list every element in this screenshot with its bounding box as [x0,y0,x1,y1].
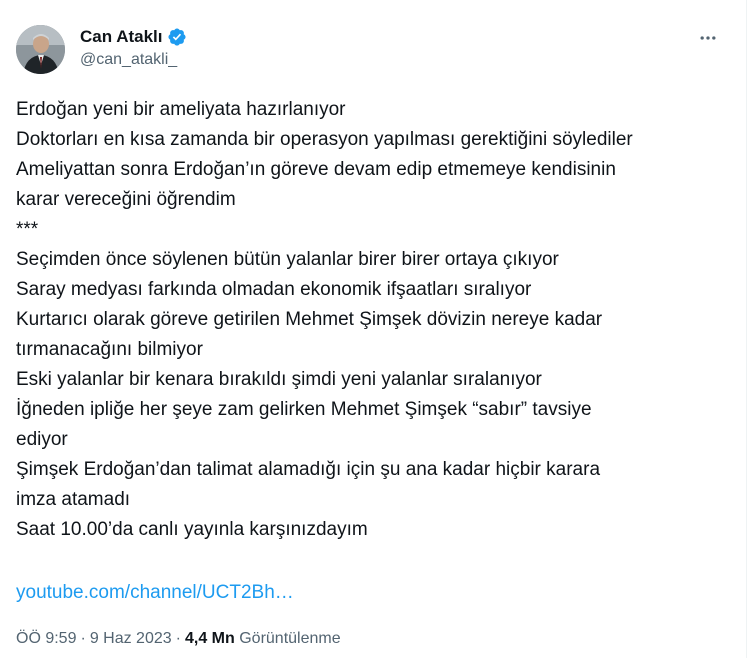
tweet-line: imza atamadı [16,489,131,510]
tweet-line: Doktorları en kısa zamanda bir operasyon… [16,129,633,150]
tweet-metadata: ÖÖ 9:59 · 9 Haz 2023 · 4,4 Mn Görüntülenme [16,628,341,650]
tweet-header: Can Ataklı @can_atakli_ [16,20,730,76]
author-handle[interactable]: @can_atakli_ [80,51,187,69]
name-row: Can Ataklı [80,26,187,48]
more-options-button[interactable] [696,26,720,50]
tweet-line: Saray medyası farkında olmadan ekonomik … [16,279,532,300]
tweet-line: Şimşek Erdoğan’dan talimat alamadığı içi… [16,459,601,480]
tweet-line: ediyor [16,429,68,450]
avatar-photo-icon [16,25,65,74]
tweet-line: İğneden ipliğe her şeye zam gelirken Meh… [16,399,592,420]
tweet-line: tırmanacağını bilmiyor [16,339,203,360]
meta-separator: · [175,630,181,647]
tweet-line: Erdoğan yeni bir ameliyata hazırlanıyor [16,99,346,120]
views-count[interactable]: 4,4 Mn [185,630,235,647]
author-display-name[interactable]: Can Ataklı [80,27,163,47]
views-label: Görüntülenme [239,630,341,647]
tweet-line: Seçimden önce söylenen bütün yalanlar bi… [16,249,559,270]
tweet-time[interactable]: ÖÖ 9:59 [16,630,76,647]
tweet-line: *** [16,219,39,240]
tweet-line: Kurtarıcı olarak göreve getirilen Mehmet… [16,309,603,330]
avatar[interactable] [16,25,65,74]
tweet-line: karar vereceğini öğrendim [16,189,236,210]
tweet-date[interactable]: 9 Haz 2023 [90,630,172,647]
youtube-link[interactable]: youtube.com/channel/UCT2Bh… [16,578,294,608]
tweet-line: Saat 10.00’da canlı yayınla karşınızdayı… [16,519,368,540]
tweet-line: Eski yalanlar bir kenara bırakıldı şimdi… [16,369,542,390]
tweet-line: Ameliyattan sonra Erdoğan’ın göreve deva… [16,159,616,180]
verified-badge-icon[interactable] [167,27,187,47]
tweet-card: Can Ataklı @can_atakli_ Erdoğan yeni bir… [0,0,747,658]
meta-separator: · [80,630,86,647]
more-options-icon [700,36,716,40]
author-names: Can Ataklı @can_atakli_ [80,26,187,69]
tweet-text: Erdoğan yeni bir ameliyata hazırlanıyor … [16,95,731,545]
